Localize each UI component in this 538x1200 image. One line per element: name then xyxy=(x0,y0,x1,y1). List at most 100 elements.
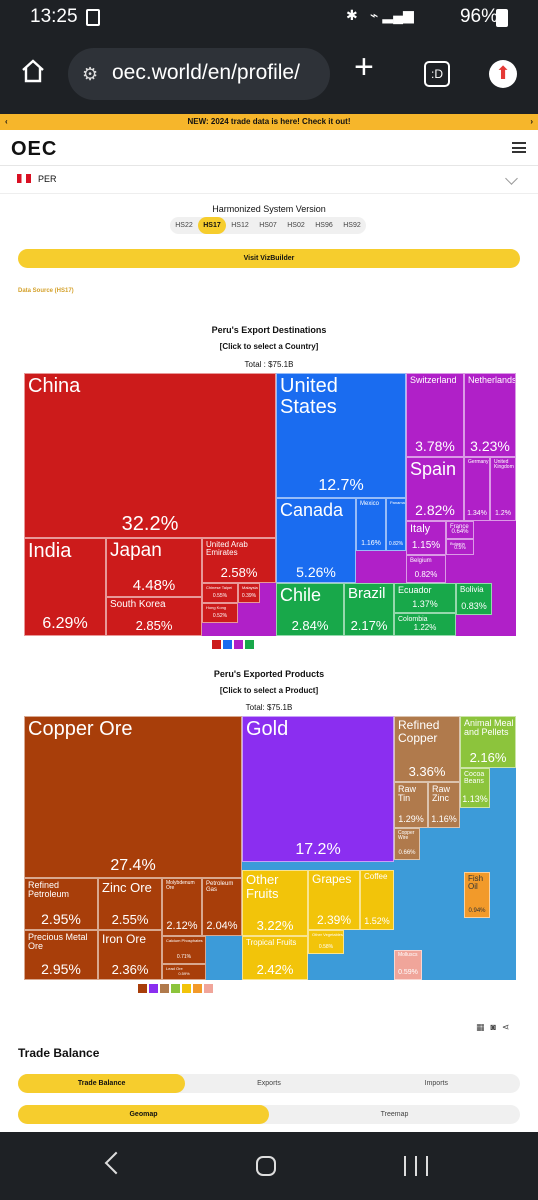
chevron-right-icon[interactable]: › xyxy=(530,114,533,130)
treemap-tile-china[interactable]: China 32.2% xyxy=(24,373,276,538)
recents-icon[interactable] xyxy=(404,1156,428,1176)
address-bar[interactable]: ⚙ oec.world/en/profile/ xyxy=(68,48,330,100)
legend-swatch[interactable] xyxy=(160,984,169,993)
treemap-value: 1.29% xyxy=(398,814,424,824)
treemap-tile-molybdenum-ore[interactable]: Molybdenum Ore 2.12% xyxy=(162,878,202,936)
treemap-tile-switzerland[interactable]: Switzerland 3.78% xyxy=(406,373,464,457)
treemap-tile-malaysia[interactable]: Malaysia 0.39% xyxy=(238,583,260,603)
hs-option[interactable]: HS22 xyxy=(170,217,198,234)
menu-icon[interactable] xyxy=(512,142,526,153)
legend-swatch[interactable] xyxy=(182,984,191,993)
hs-option-selected[interactable]: HS17 xyxy=(198,217,226,234)
treemap-tile-colombia[interactable]: Colombia 1.22% xyxy=(394,613,456,636)
share-icon[interactable]: ⋖ xyxy=(502,1022,516,1032)
legend-swatch[interactable] xyxy=(171,984,180,993)
treemap-tile-molluscs[interactable]: Molluscs 0.59% xyxy=(394,950,422,980)
treemap-tile-petroleum-gas[interactable]: Petroleum Gas 2.04% xyxy=(202,878,242,936)
tab-switcher-button[interactable]: :D xyxy=(424,61,450,87)
treemap-tile-bolivia[interactable]: Bolivia 0.83% xyxy=(456,583,492,615)
tab-geomap[interactable]: Geomap xyxy=(18,1105,269,1124)
tab-trade-balance[interactable]: Trade Balance xyxy=(18,1074,186,1093)
country-selector[interactable]: PER xyxy=(0,166,538,194)
treemap-tile-netherlands[interactable]: Netherlands 3.23% xyxy=(464,373,516,457)
treemap-tile-precious-metal-ore[interactable]: Precious Metal Ore 2.95% xyxy=(24,930,98,980)
treemap-tile-canada[interactable]: Canada 5.26% xyxy=(276,498,356,583)
treemap-tile-spain[interactable]: Spain 2.82% xyxy=(406,457,464,521)
treemap-tile-lead-ore[interactable]: Lead Ore 0.59% xyxy=(162,964,206,980)
treemap-tile-coffee[interactable]: Coffee 1.52% xyxy=(360,870,394,930)
treemap-tile-bulgaria[interactable]: Bulgaria 0.5% xyxy=(446,539,474,555)
treemap-tile-germany[interactable]: Germany 1.34% xyxy=(464,457,490,521)
treemap-tile-chinese-taipei[interactable]: Chinese Taipei 0.55% xyxy=(202,583,238,603)
treemap-tile-united-kingdom[interactable]: United Kingdom 1.2% xyxy=(490,457,516,521)
tab-treemap[interactable]: Treemap xyxy=(269,1105,520,1124)
visit-vizbuilder-button[interactable]: Visit VizBuilder xyxy=(18,249,520,268)
treemap-tile-fish-oil[interactable]: Fish Oil 0.94% xyxy=(464,872,490,918)
hs-option[interactable]: HS92 xyxy=(338,217,366,234)
treemap-tile-chile[interactable]: Chile 2.84% xyxy=(276,583,344,636)
treemap-tile-united-states[interactable]: United States 12.7% xyxy=(276,373,406,498)
data-source-link[interactable]: Data Source (HS17) xyxy=(18,288,74,294)
treemap-tile-france[interactable]: France 0.64% xyxy=(446,521,474,539)
treemap-tile-animal-meal-and-pellets[interactable]: Animal Meal and Pellets 2.16% xyxy=(460,716,516,768)
tab-imports[interactable]: Imports xyxy=(353,1074,520,1093)
hs-option[interactable]: HS02 xyxy=(282,217,310,234)
treemap-value: 1.16% xyxy=(361,540,381,547)
treemap-tile-ecuador[interactable]: Ecuador 1.37% xyxy=(394,583,456,613)
treemap-tile-other-vegetables[interactable]: Other Vegetables 0.58% xyxy=(308,930,344,954)
treemap-tile-south-korea[interactable]: South Korea 2.85% xyxy=(106,597,202,636)
treemap-tile-cocoa-beans[interactable]: Cocoa Beans 1.13% xyxy=(460,768,490,808)
treemap-value: 3.23% xyxy=(470,438,510,454)
treemap-tile-refined-petroleum[interactable]: Refined Petroleum 2.95% xyxy=(24,878,98,930)
treemap-tile-gold[interactable]: Gold 17.2% xyxy=(242,716,394,862)
oec-logo[interactable]: OEC xyxy=(11,138,57,161)
treemap-tile-tropical-fruits[interactable]: Tropical Fruits 2.42% xyxy=(242,936,308,980)
treemap-tile-belgium[interactable]: Belgium 0.82% xyxy=(406,555,446,583)
new-tab-icon[interactable]: + xyxy=(354,50,374,84)
legend-swatch[interactable] xyxy=(245,640,254,649)
treemap-tile-mexico[interactable]: Mexico 1.16% xyxy=(356,498,386,551)
treemap-tile-raw-tin[interactable]: Raw Tin 1.29% xyxy=(394,782,428,828)
treemap-tile-grapes[interactable]: Grapes 2.39% xyxy=(308,870,360,930)
legend-swatch[interactable] xyxy=(193,984,202,993)
announcement-banner[interactable]: ‹ NEW: 2024 trade data is here! Check it… xyxy=(0,114,538,130)
treemap-tile-panama[interactable]: Panama 0.82% xyxy=(386,498,406,551)
treemap-tile-zinc-ore[interactable]: Zinc Ore 2.55% xyxy=(98,878,162,930)
treemap-tile-refined-copper[interactable]: Refined Copper 3.36% xyxy=(394,716,460,782)
hs-option[interactable]: HS07 xyxy=(254,217,282,234)
treemap-tile-other-fruits[interactable]: Other Fruits 3.22% xyxy=(242,870,308,936)
treemap-label: Brazil xyxy=(348,585,386,602)
back-icon[interactable] xyxy=(104,1151,128,1175)
site-settings-icon[interactable]: ⚙ xyxy=(82,64,98,85)
treemap-tile-united-arab-emirates[interactable]: United Arab Emirates 2.58% xyxy=(202,538,276,583)
trade-balance-tabs: Trade Balance Exports Imports xyxy=(18,1074,520,1093)
treemap-tile-italy[interactable]: Italy 1.15% xyxy=(406,521,446,555)
legend-swatch[interactable] xyxy=(138,984,147,993)
table-icon[interactable]: ▦ xyxy=(476,1022,491,1032)
legend-swatch[interactable] xyxy=(234,640,243,649)
treemap-tile-copper-wire[interactable]: Copper Wire 0.66% xyxy=(394,828,420,860)
home-button[interactable] xyxy=(256,1156,276,1176)
legend-swatch[interactable] xyxy=(212,640,221,649)
treemap-tile-hong-kong[interactable]: Hong Kong 0.52% xyxy=(202,603,238,623)
hs-option[interactable]: HS96 xyxy=(310,217,338,234)
camera-icon[interactable]: ◙ xyxy=(491,1022,502,1032)
treemap-tile-brazil[interactable]: Brazil 2.17% xyxy=(344,583,394,636)
home-icon[interactable] xyxy=(20,58,46,84)
hs-option[interactable]: HS12 xyxy=(226,217,254,234)
treemap-tile-raw-zinc[interactable]: Raw Zinc 1.16% xyxy=(428,782,460,828)
treemap-tile-copper-ore[interactable]: Copper Ore 27.4% xyxy=(24,716,242,878)
treemap-label: Molybdenum Ore xyxy=(166,880,195,892)
tab-exports[interactable]: Exports xyxy=(185,1074,352,1093)
treemap-tile-japan[interactable]: Japan 4.48% xyxy=(106,538,202,597)
legend-swatch[interactable] xyxy=(223,640,232,649)
chevron-down-icon[interactable] xyxy=(505,172,518,185)
legend-swatch[interactable] xyxy=(204,984,213,993)
chevron-left-icon[interactable]: ‹ xyxy=(5,114,8,130)
update-button[interactable]: ⬆ xyxy=(489,60,517,88)
legend-swatch[interactable] xyxy=(149,984,158,993)
treemap-tile-calcium-phosphates[interactable]: Calcium Phosphates 0.71% xyxy=(162,936,206,964)
treemap-value: 1.15% xyxy=(411,540,441,551)
treemap-tile-iron-ore[interactable]: Iron Ore 2.36% xyxy=(98,930,162,980)
treemap-tile-india[interactable]: India 6.29% xyxy=(24,538,106,636)
